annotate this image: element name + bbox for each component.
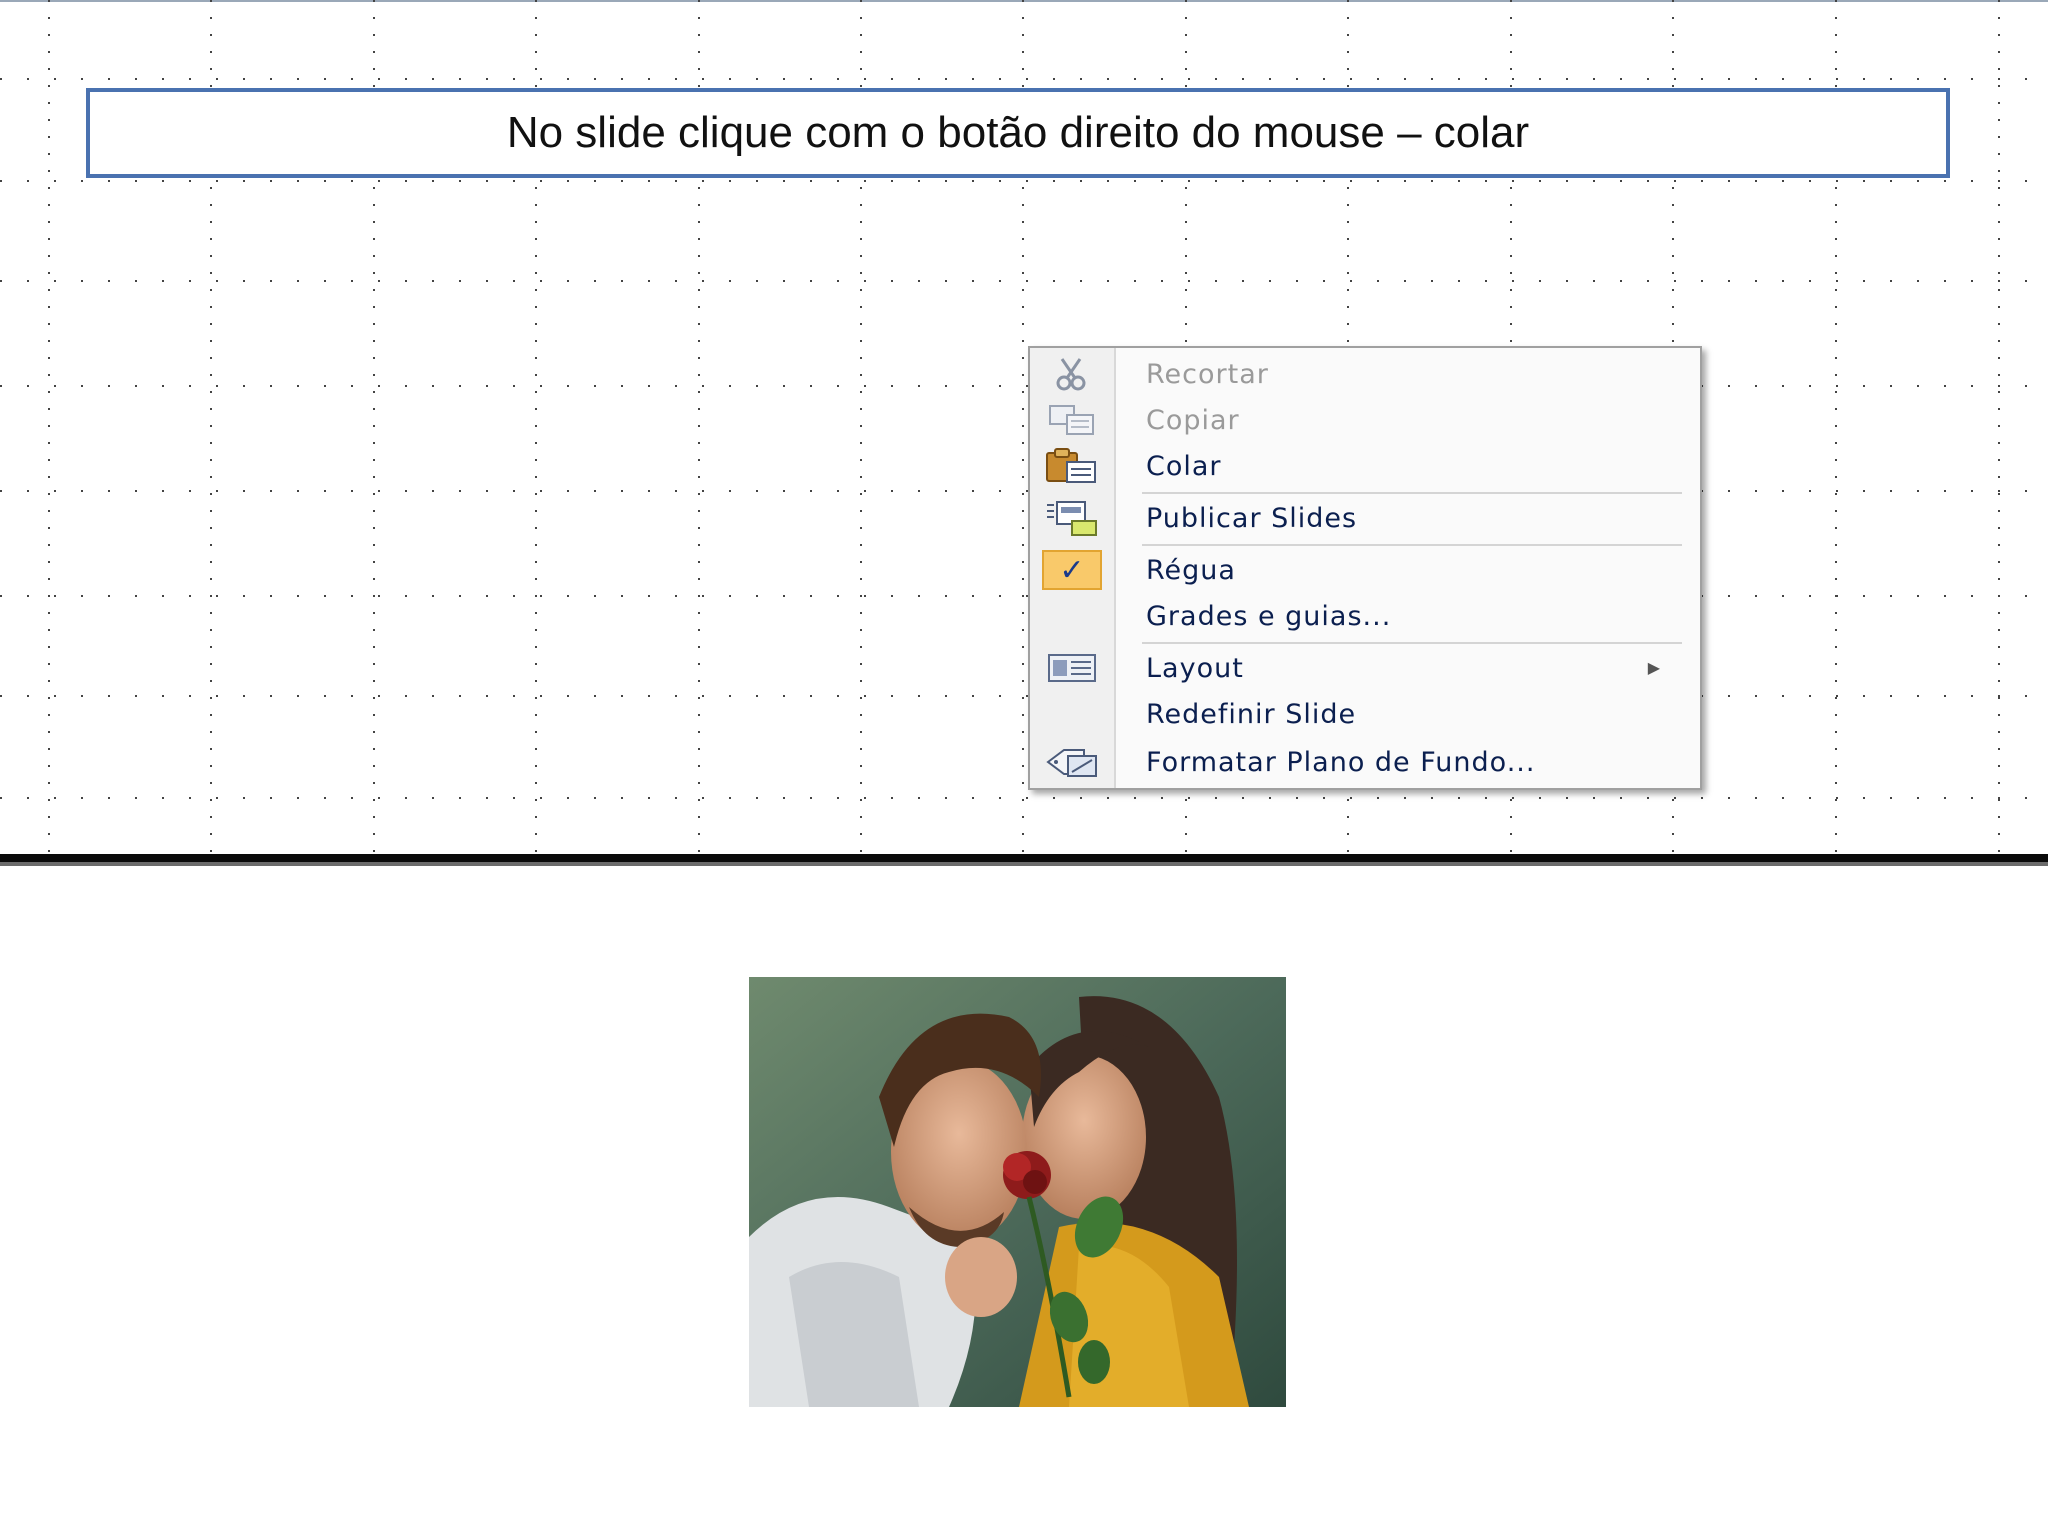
horizontal-guide-line bbox=[0, 695, 2048, 697]
menu-item-layout[interactable]: Layout ▶ bbox=[1030, 646, 1700, 690]
horizontal-guide-line bbox=[0, 797, 2048, 799]
menu-label-publicar-slides: Publicar Slides bbox=[1146, 502, 1358, 534]
menu-label-layout: Layout bbox=[1146, 652, 1244, 684]
menu-item-regua[interactable]: ✓ Régua bbox=[1030, 548, 1700, 592]
menu-item-recortar[interactable]: Recortar bbox=[1030, 352, 1700, 396]
horizontal-guide-line bbox=[0, 385, 2048, 387]
menu-separator bbox=[1142, 544, 1682, 546]
slide-title-box[interactable]: No slide clique com o botão direito do m… bbox=[86, 88, 1950, 178]
checkmark-icon: ✓ bbox=[1042, 550, 1102, 590]
menu-item-copiar[interactable]: Copiar bbox=[1030, 398, 1700, 442]
menu-label-colar: Colar bbox=[1146, 450, 1222, 482]
menu-label-formatar-plano-de-fundo: Formatar Plano de Fundo... bbox=[1146, 746, 1536, 778]
menu-label-grades-e-guias: Grades e guias... bbox=[1146, 600, 1392, 632]
horizontal-guide-line bbox=[0, 490, 2048, 492]
copy-icon bbox=[1042, 400, 1102, 440]
vertical-guide-line bbox=[1998, 0, 2000, 856]
slide-canvas[interactable]: No slide clique com o botão direito do m… bbox=[0, 0, 2048, 856]
paste-icon bbox=[1042, 446, 1102, 486]
menu-label-recortar: Recortar bbox=[1146, 358, 1269, 390]
menu-item-redefinir-slide[interactable]: Redefinir Slide bbox=[1030, 692, 1700, 736]
menu-separator bbox=[1142, 642, 1682, 644]
couple-with-rose-photo bbox=[749, 977, 1286, 1407]
slide-title: No slide clique com o botão direito do m… bbox=[506, 108, 1530, 157]
vertical-guide-line bbox=[48, 0, 50, 856]
format-background-icon bbox=[1042, 742, 1102, 782]
horizontal-guide-line bbox=[0, 180, 2048, 182]
layout-icon bbox=[1042, 648, 1102, 688]
menu-item-publicar-slides[interactable]: Publicar Slides bbox=[1030, 496, 1700, 540]
horizontal-guide-line bbox=[0, 280, 2048, 282]
checkmark-icon-wrapper: ✓ bbox=[1042, 550, 1102, 590]
menu-label-copiar: Copiar bbox=[1146, 404, 1240, 436]
submenu-arrow-icon: ▶ bbox=[1647, 660, 1660, 677]
menu-label-regua: Régua bbox=[1146, 554, 1236, 586]
menu-item-grades-e-guias[interactable]: Grades e guias... bbox=[1030, 594, 1700, 638]
menu-item-formatar-plano-de-fundo[interactable]: Formatar Plano de Fundo... bbox=[1030, 740, 1700, 784]
slide-divider bbox=[0, 854, 2048, 866]
publish-slides-icon bbox=[1042, 498, 1102, 538]
horizontal-guide-line bbox=[0, 595, 2048, 597]
menu-separator bbox=[1142, 492, 1682, 494]
menu-label-redefinir-slide: Redefinir Slide bbox=[1146, 698, 1357, 730]
context-menu[interactable]: Recortar Copiar Colar Publicar Slides ✓ … bbox=[1028, 346, 1702, 790]
horizontal-guide-line bbox=[0, 78, 2048, 80]
scissors-icon bbox=[1042, 354, 1102, 394]
menu-item-colar[interactable]: Colar bbox=[1030, 444, 1700, 488]
